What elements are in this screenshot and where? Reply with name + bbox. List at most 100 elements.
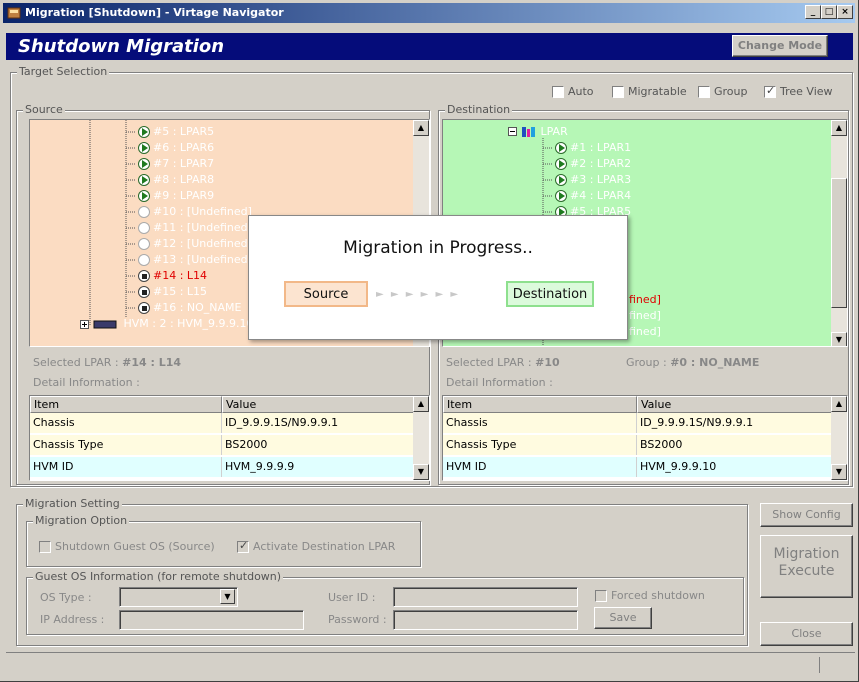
running-icon xyxy=(138,126,150,138)
dest-selected-lpar: Selected LPAR : #10 xyxy=(446,356,560,369)
user-id-input[interactable] xyxy=(393,587,578,607)
scroll-thumb[interactable] xyxy=(831,178,847,308)
minimize-button[interactable]: _ xyxy=(805,5,821,19)
change-mode-button[interactable]: Change Mode xyxy=(732,35,828,57)
source-tree-item[interactable]: #16 : NO_NAME xyxy=(138,300,242,316)
source-tree-item[interactable]: #13 : [Undefined] xyxy=(138,252,252,268)
ip-address-input[interactable] xyxy=(119,610,304,630)
undefined-icon xyxy=(138,206,150,218)
page-title: Shutdown Migration xyxy=(18,36,225,57)
migration-execute-button[interactable]: Migration Execute xyxy=(760,535,853,598)
col-header-item[interactable]: Item xyxy=(30,396,222,413)
group-checkbox[interactable] xyxy=(698,86,710,98)
table-row[interactable]: Chassis ID_9.9.9.1S/N9.9.9.1 xyxy=(443,413,832,433)
dest-tree-item-partial[interactable]: fined] xyxy=(629,324,661,340)
progress-destination-box: Destination xyxy=(506,281,594,307)
migration-window: Migration [Shutdown] - Virtage Navigator… xyxy=(0,0,859,682)
migratable-checkbox[interactable] xyxy=(612,86,624,98)
maximize-button[interactable]: □ xyxy=(821,5,837,19)
dest-detail-table[interactable]: Item Value Chassis ID_9.9.9.1S/N9.9.9.1 C… xyxy=(442,395,848,481)
dest-tree-item-partial[interactable]: fined] xyxy=(629,292,661,308)
source-tree-item[interactable]: #5 : LPAR5 xyxy=(138,124,214,140)
table-row[interactable]: HVM ID HVM_9.9.9.10 xyxy=(443,457,832,477)
source-tree-item[interactable]: #9 : LPAR9 xyxy=(138,188,214,204)
scroll-up-icon[interactable]: ▲ xyxy=(413,396,429,412)
hvm-tree-node[interactable]: HVM : 2 : HVM_9.9.9.10 xyxy=(80,316,253,332)
title-bar: Migration [Shutdown] - Virtage Navigator… xyxy=(3,3,855,23)
source-selected-lpar: Selected LPAR : #14 : L14 xyxy=(33,356,182,369)
source-tree-item[interactable]: #8 : LPAR8 xyxy=(138,172,214,188)
running-icon xyxy=(555,174,567,186)
running-icon xyxy=(555,142,567,154)
source-label: Source xyxy=(23,103,65,116)
option-migratable[interactable]: Migratable xyxy=(612,85,687,98)
activate-dest-option[interactable]: Activate Destination LPAR xyxy=(237,539,395,553)
table-row[interactable]: HVM ID HVM_9.9.9.9 xyxy=(30,457,414,477)
source-tree-item[interactable]: #15 : L15 xyxy=(138,284,207,300)
guest-os-label: Guest OS Information (for remote shutdow… xyxy=(33,570,284,583)
show-config-button[interactable]: Show Config xyxy=(760,503,853,527)
table-row[interactable]: Chassis Type BS2000 xyxy=(443,435,832,455)
running-icon xyxy=(555,190,567,202)
running-icon xyxy=(138,174,150,186)
source-detail-label: Detail Information : xyxy=(33,376,140,389)
scroll-up-icon[interactable]: ▲ xyxy=(831,396,847,412)
source-tree-item[interactable]: #10 : [Undefined] xyxy=(138,204,252,220)
dest-tree-item[interactable]: #1 : LPAR1 xyxy=(555,140,631,156)
source-tree-item[interactable]: #7 : LPAR7 xyxy=(138,156,214,172)
shutdown-guest-option[interactable]: Shutdown Guest OS (Source) xyxy=(39,540,215,553)
close-window-button[interactable]: × xyxy=(837,5,853,19)
shutdown-guest-checkbox[interactable] xyxy=(39,541,51,553)
forced-shutdown-checkbox[interactable] xyxy=(595,590,607,602)
source-tree-item[interactable]: #6 : LPAR6 xyxy=(138,140,214,156)
col-header-value[interactable]: Value xyxy=(637,396,832,413)
tree-view-checkbox[interactable] xyxy=(764,84,776,98)
migration-execute-label-2: Execute xyxy=(778,563,835,579)
source-table-scrollbar[interactable]: ▲ ▼ xyxy=(413,396,429,480)
activate-dest-checkbox[interactable] xyxy=(237,539,249,553)
dest-tree-scrollbar[interactable]: ▲ ▼ xyxy=(831,120,847,346)
source-tree-item[interactable]: #12 : [Undefined] xyxy=(138,236,252,252)
option-tree-view[interactable]: Tree View xyxy=(764,84,833,98)
table-row[interactable]: Chassis Type BS2000 xyxy=(30,435,414,455)
auto-checkbox[interactable] xyxy=(552,86,564,98)
dest-root-node[interactable]: LPAR xyxy=(521,124,568,140)
col-header-item[interactable]: Item xyxy=(443,396,637,413)
col-header-value[interactable]: Value xyxy=(222,396,414,413)
source-detail-table[interactable]: Item Value Chassis ID_9.9.9.1S/N9.9.9.1 C… xyxy=(29,395,430,481)
source-tree-item-selected[interactable]: #14 : L14 xyxy=(138,268,207,284)
dest-group: Group : #0 : NO_NAME xyxy=(626,356,760,369)
source-tree-item[interactable]: #11 : [Undefined] xyxy=(138,220,252,236)
os-type-select[interactable]: ▼ xyxy=(119,587,238,607)
status-bar xyxy=(6,652,855,676)
close-button[interactable]: Close xyxy=(760,622,853,646)
dest-tree-item[interactable]: #4 : LPAR4 xyxy=(555,188,631,204)
scroll-up-icon[interactable]: ▲ xyxy=(413,120,429,136)
progress-arrows-icon: ► ► ► ► ► ► xyxy=(376,289,461,300)
option-group[interactable]: Group xyxy=(698,85,748,98)
running-icon xyxy=(138,158,150,170)
migration-option-label: Migration Option xyxy=(33,514,130,527)
forced-shutdown-option[interactable]: Forced shutdown xyxy=(595,589,705,602)
window-title: Migration [Shutdown] - Virtage Navigator xyxy=(25,6,284,19)
option-auto[interactable]: Auto xyxy=(552,85,594,98)
scroll-down-icon[interactable]: ▼ xyxy=(831,464,847,480)
scroll-down-icon[interactable]: ▼ xyxy=(413,464,429,480)
stopped-icon xyxy=(138,302,150,314)
chevron-down-icon[interactable]: ▼ xyxy=(220,589,235,604)
migration-setting-label: Migration Setting xyxy=(23,497,122,510)
scroll-up-icon[interactable]: ▲ xyxy=(831,120,847,136)
save-button[interactable]: Save xyxy=(594,607,652,629)
dest-tree-item[interactable]: #2 : LPAR2 xyxy=(555,156,631,172)
target-selection-label: Target Selection xyxy=(17,65,110,78)
progress-source-box: Source xyxy=(284,281,368,307)
dest-tree-item[interactable]: #3 : LPAR3 xyxy=(555,172,631,188)
password-label: Password : xyxy=(328,613,387,626)
dest-table-scrollbar[interactable]: ▲ ▼ xyxy=(831,396,847,480)
migration-execute-label-1: Migration xyxy=(773,546,840,562)
running-icon xyxy=(138,190,150,202)
table-row[interactable]: Chassis ID_9.9.9.1S/N9.9.9.1 xyxy=(30,413,414,433)
scroll-down-icon[interactable]: ▼ xyxy=(831,332,847,346)
dest-tree-item-partial[interactable]: fined] xyxy=(629,308,661,324)
password-input[interactable] xyxy=(393,610,578,630)
